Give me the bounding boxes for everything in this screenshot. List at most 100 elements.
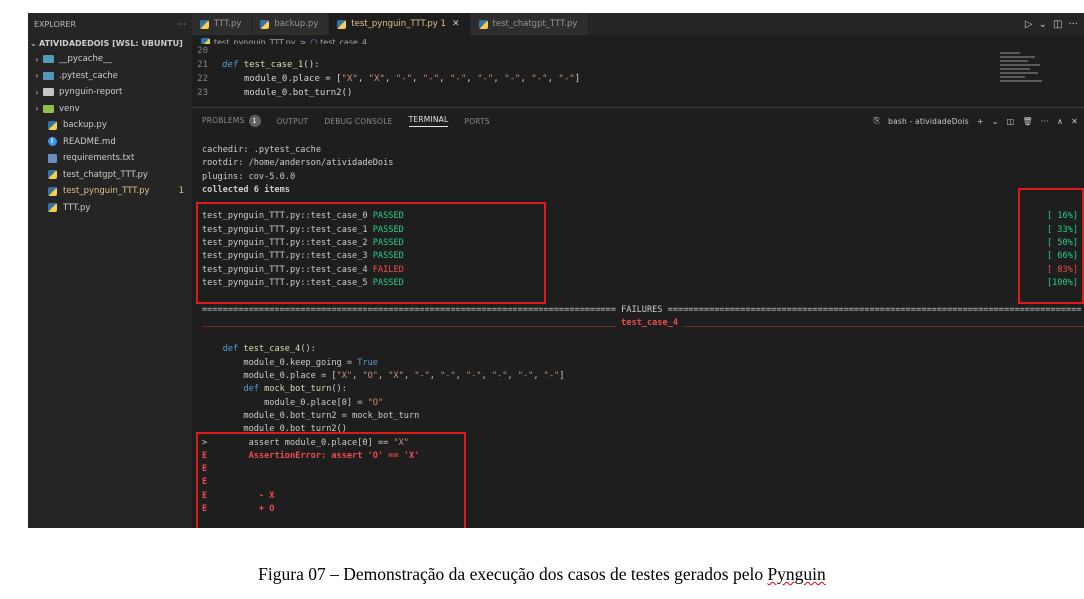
- code-token: ,: [403, 371, 415, 382]
- editor-tab[interactable]: test_chatgpt_TTT.py: [470, 13, 589, 35]
- failed-case-separator: ________________________________________…: [202, 317, 1084, 330]
- tab-label: TTT.py: [214, 19, 242, 29]
- code-token: module_0.bot_turn2 = mock_bot_turn: [243, 410, 420, 421]
- vscode-screenshot: EXPLORER ··· ⌄ ATIVIDADEDOIS [WSL: UBUNT…: [28, 13, 1084, 528]
- code-token: "X": [368, 74, 385, 84]
- code-token: ,: [429, 371, 441, 382]
- text-file-icon: [47, 153, 57, 163]
- tree-item[interactable]: › venv: [28, 101, 192, 118]
- code-token: "O": [362, 371, 378, 382]
- code-token: "-": [440, 371, 456, 382]
- tree-item-icon: [46, 186, 58, 196]
- code-token: ,: [455, 371, 466, 382]
- code-token: "-": [543, 371, 560, 382]
- code-editor[interactable]: 20 21 def test_case_1(): 22 module_0.place =…: [192, 44, 1084, 101]
- line-number: 21: [197, 60, 208, 70]
- editor-tabs: TTT.py backup.py test_pynguin_TTT.py 1 ✕ tes…: [192, 13, 1084, 35]
- tree-item-icon: [42, 104, 54, 114]
- editor-tab[interactable]: test_pynguin_TTT.py 1 ✕: [329, 13, 471, 35]
- new-terminal-icon[interactable]: +: [977, 117, 984, 126]
- explorer-title: EXPLORER: [34, 19, 76, 29]
- tree-item-icon: i: [46, 137, 58, 147]
- tab-output[interactable]: OUTPUT: [277, 117, 309, 126]
- terminal-line: collected 6 items: [202, 184, 290, 195]
- close-icon[interactable]: ✕: [452, 19, 460, 29]
- split-editor-icon[interactable]: ◫: [1053, 19, 1062, 30]
- more-icon[interactable]: ···: [1041, 117, 1049, 126]
- code-token: ,: [377, 371, 389, 382]
- code-token: ,: [493, 74, 505, 84]
- code-token: "X": [388, 371, 404, 382]
- close-panel-icon[interactable]: ✕: [1071, 117, 1078, 126]
- more-actions-icon[interactable]: ···: [178, 20, 186, 29]
- tree-item-label: requirements.txt: [63, 153, 135, 164]
- python-file-icon: [478, 19, 488, 29]
- tree-item-label: __pycache__: [59, 54, 112, 65]
- chevron-down-icon[interactable]: ⌄: [992, 117, 999, 126]
- run-icon[interactable]: ▷: [1025, 19, 1033, 30]
- more-icon[interactable]: ···: [1068, 19, 1078, 30]
- tab-terminal[interactable]: TERMINAL: [408, 115, 449, 127]
- failures-title: FAILURES: [621, 304, 663, 315]
- explorer-sidebar: EXPLORER ··· ⌄ ATIVIDADEDOIS [WSL: UBUNT…: [28, 13, 192, 528]
- tab-ports[interactable]: PORTS: [464, 117, 489, 126]
- maximize-panel-icon[interactable]: ∧: [1057, 117, 1063, 126]
- tree-item[interactable]: › __pycache__: [28, 51, 192, 68]
- tree-item[interactable]: test_chatgpt_TTT.py: [28, 167, 192, 184]
- chevron-down-icon[interactable]: ⌄: [1039, 19, 1047, 30]
- code-token: "-": [414, 371, 430, 382]
- keyword: def: [243, 384, 265, 395]
- tree-item[interactable]: › .pytest_cache: [28, 68, 192, 85]
- figure-caption: Figura 07 – Demonstração da execução dos…: [0, 564, 1084, 585]
- code-token: "-": [449, 74, 467, 84]
- tree-item[interactable]: › pynguin-report: [28, 84, 192, 101]
- separator-equals: ========================================…: [662, 304, 1082, 315]
- chevron-right-icon: ›: [35, 71, 39, 81]
- python-file-icon: [260, 19, 270, 29]
- code-token: ,: [466, 74, 478, 84]
- tree-item-icon: [42, 87, 54, 97]
- editor-tab[interactable]: backup.py: [252, 13, 330, 35]
- python-file-icon: [200, 19, 209, 29]
- tree-item[interactable]: TTT.py: [28, 200, 192, 217]
- highlight-box-percentages: [1018, 188, 1084, 304]
- info-icon: i: [47, 137, 57, 147]
- tree-item[interactable]: test_pynguin_TTT.py 1: [28, 183, 192, 200]
- separator-dashes: ________________________________________…: [678, 317, 1084, 328]
- tree-item[interactable]: requirements.txt: [28, 150, 192, 167]
- tab-label: test_chatgpt_TTT.py: [492, 19, 578, 29]
- tree-item-icon: [46, 203, 58, 213]
- code-line: 23 module_0.bot_turn2(): [192, 86, 1084, 100]
- tab-debug-console[interactable]: DEBUG CONSOLE: [324, 117, 392, 126]
- code-text: def test_case_1():: [222, 60, 320, 70]
- tree-item[interactable]: i README.md: [28, 134, 192, 151]
- folder-icon: [42, 88, 54, 97]
- failed-case-name: test_case_4: [621, 317, 679, 328]
- tab-problems[interactable]: PROBLEMS 1: [202, 115, 261, 127]
- code-line: 21 def test_case_1():: [192, 58, 1084, 72]
- caption-text: Figura 07 – Demonstração da execução dos…: [258, 564, 768, 584]
- split-terminal-icon[interactable]: ◫: [1007, 117, 1015, 126]
- code-token: ,: [507, 371, 518, 382]
- tree-item[interactable]: backup.py: [28, 117, 192, 134]
- code-token: module_0.place = [: [244, 74, 342, 84]
- terminal-shell-label[interactable]: bash - atividadeDois: [888, 117, 969, 126]
- tree-item-label: venv: [59, 103, 80, 114]
- tree-item-icon: [46, 170, 58, 180]
- tree-item-icon: [42, 54, 54, 64]
- tree-item-icon: [46, 120, 58, 130]
- editor-tab[interactable]: TTT.py: [192, 13, 253, 35]
- code-token: "-": [531, 74, 548, 84]
- code-token: ,: [352, 371, 363, 382]
- trash-icon[interactable]: 🗑: [1022, 117, 1032, 126]
- chevron-right-icon: ›: [35, 54, 39, 64]
- workspace-root[interactable]: ⌄ ATIVIDADEDOIS [WSL: UBUNTU]: [28, 35, 192, 51]
- minimap[interactable]: [1000, 50, 1070, 107]
- code-rest: ():: [300, 344, 316, 355]
- terminal-actions: ⎘ bash - atividadeDois + ⌄ ◫ 🗑 ··· ∧ ✕: [874, 116, 1084, 126]
- code-token: ]: [574, 74, 581, 84]
- tree-item-label: test_pynguin_TTT.py: [63, 186, 150, 197]
